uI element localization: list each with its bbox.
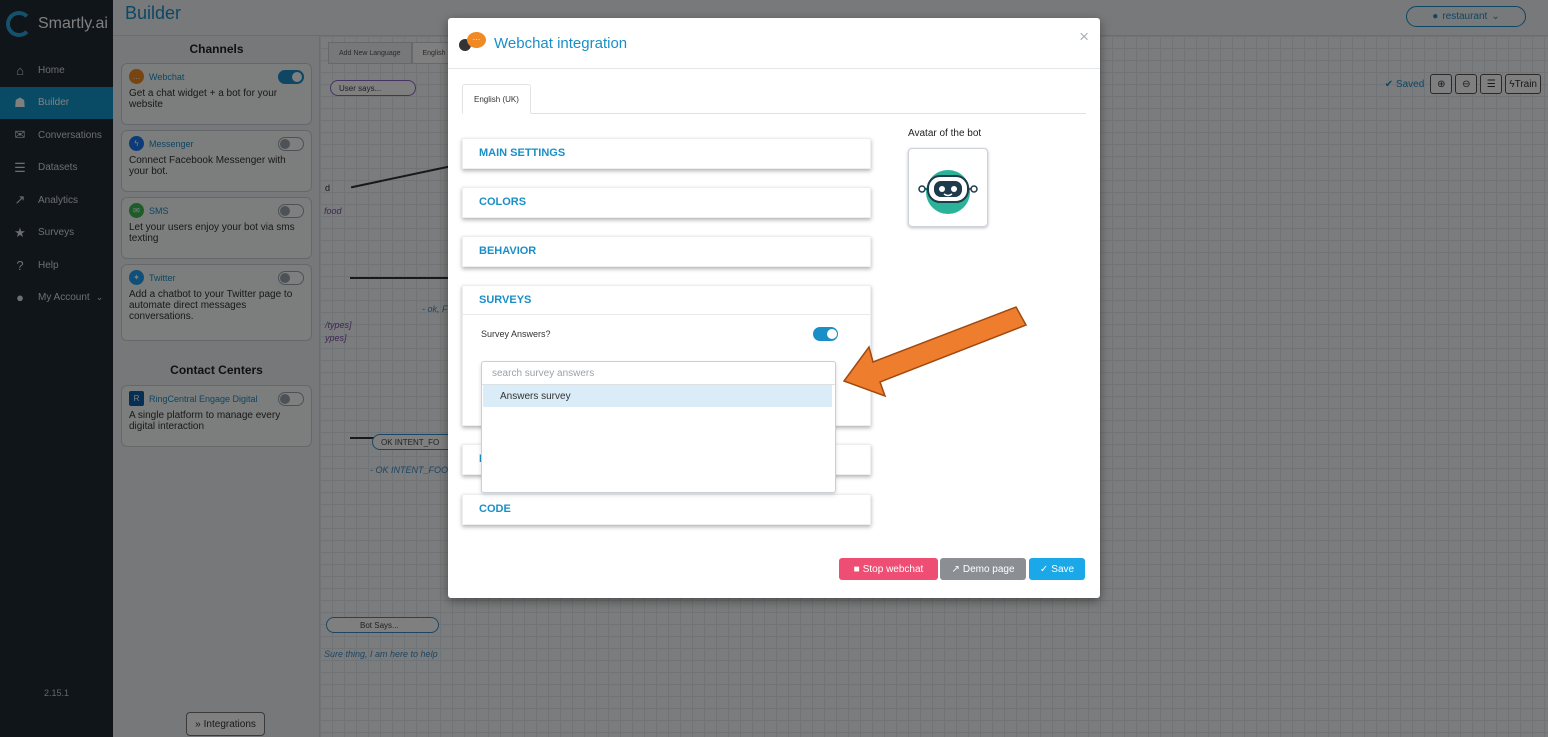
button-label: Save — [1051, 563, 1075, 575]
annotation-arrow-icon — [842, 306, 1028, 398]
dropdown-option[interactable]: Answers survey — [483, 385, 832, 407]
survey-answers-dropdown[interactable]: search survey answers Answers survey — [481, 361, 836, 493]
external-link-icon: ↗ — [951, 563, 960, 575]
button-label: Stop webchat — [862, 563, 924, 575]
webchat-icon: … — [459, 32, 489, 54]
bot-avatar[interactable] — [908, 148, 988, 227]
survey-answers-label: Survey Answers? — [481, 329, 551, 339]
survey-answers-toggle[interactable] — [813, 327, 838, 341]
modal-header: … Webchat integration — [448, 18, 1100, 69]
tab-english-uk[interactable]: English (UK) — [462, 84, 531, 114]
section-title[interactable]: MAIN SETTINGS — [463, 139, 870, 168]
stop-icon: ■ — [853, 563, 860, 575]
avatar-label: Avatar of the bot — [908, 128, 982, 139]
section-code[interactable]: CODE — [462, 494, 871, 525]
section-colors[interactable]: COLORS — [462, 187, 871, 218]
robot-avatar-icon — [918, 169, 978, 214]
button-label: Demo page — [962, 563, 1015, 575]
section-title[interactable]: COLORS — [463, 188, 870, 217]
section-title[interactable]: BEHAVIOR — [463, 237, 870, 266]
stop-webchat-button[interactable]: ■ Stop webchat — [839, 558, 938, 580]
demo-page-button[interactable]: ↗ Demo page — [940, 558, 1026, 580]
close-icon[interactable]: × — [1079, 27, 1089, 47]
section-main-settings[interactable]: MAIN SETTINGS — [462, 138, 871, 169]
section-title[interactable]: CODE — [463, 495, 870, 524]
save-button[interactable]: ✓ Save — [1029, 558, 1085, 580]
search-survey-input[interactable]: search survey answers — [482, 362, 835, 385]
modal-language-tabs: English (UK) — [462, 84, 1086, 114]
check-circle-icon: ✓ — [1039, 563, 1049, 575]
section-behavior[interactable]: BEHAVIOR — [462, 236, 871, 267]
survey-answers-row: Survey Answers? — [481, 327, 838, 341]
modal-title: Webchat integration — [494, 34, 628, 52]
section-title[interactable]: SURVEYS — [463, 286, 870, 315]
